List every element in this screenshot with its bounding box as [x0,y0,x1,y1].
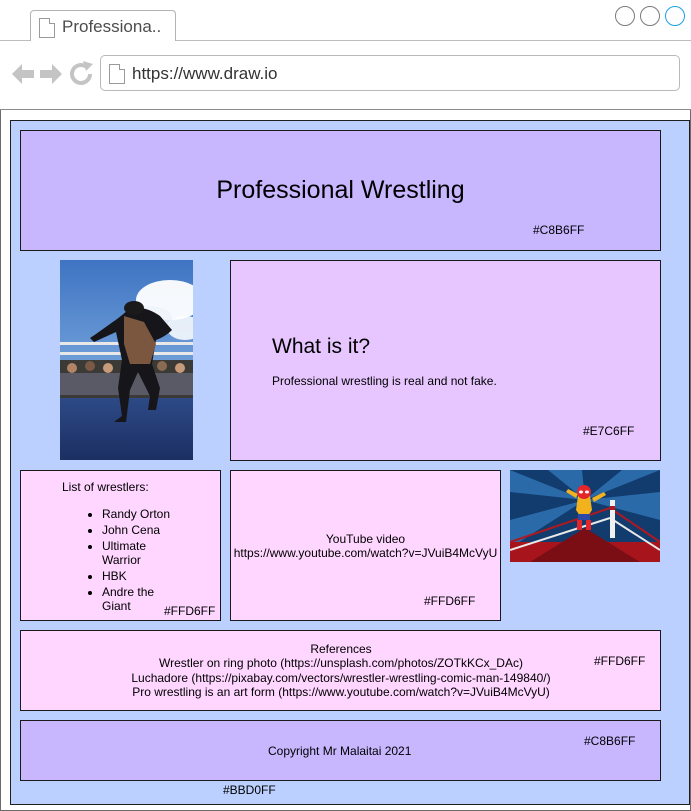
address-bar[interactable]: https://www.draw.io [100,55,680,91]
canvas-color-label: #BBD0FF [223,783,276,797]
intro-panel[interactable]: What is it? Professional wrestling is re… [230,260,661,461]
references-color-label: #FFD6FF [594,654,646,668]
luchador-illustration[interactable] [510,470,660,562]
wrestler-list: Randy Orton John Cena Ultimate Warrior H… [84,507,184,613]
reference-line[interactable]: Luchadore (https://pixabay.com/vectors/w… [21,671,661,685]
footer-panel[interactable]: Copyright Mr Malaitai 2021 #C8B6FF [20,720,661,781]
navigation-controls [12,61,93,85]
forward-arrow-icon[interactable] [40,64,62,84]
reference-line[interactable]: Wrestler on ring photo (https://unsplash… [21,656,661,670]
wrestlers-color-label: #FFD6FF [164,604,216,618]
back-arrow-icon[interactable] [12,64,34,84]
document-icon [39,18,55,38]
page-title: Professional Wrestling [216,176,465,204]
references-heading: References [310,642,372,656]
maximize-icon[interactable] [640,6,660,26]
video-link[interactable]: https://www.youtube.com/watch?v=JVuiB4Mc… [231,546,500,560]
references-panel[interactable]: References Wrestler on ring photo (https… [20,630,661,711]
list-item: Randy Orton [102,507,184,521]
url-text: https://www.draw.io [132,64,278,83]
page-icon [109,64,125,84]
list-item: Ultimate Warrior [102,539,160,567]
wrestlers-heading: List of wrestlers: [62,480,149,494]
video-panel[interactable]: YouTube video https://www.youtube.com/wa… [230,470,501,621]
list-item: John Cena [102,523,184,537]
close-icon[interactable] [665,6,685,26]
intro-color-label: #E7C6FF [583,424,635,438]
list-item: Andre the Giant [102,585,162,613]
list-item: HBK [102,569,184,583]
browser-tab[interactable]: Professiona.. [30,10,176,41]
wrestler-photo[interactable] [60,260,193,460]
tab-title: Professiona.. [62,17,162,36]
header-panel[interactable]: Professional Wrestling #C8B6FF [20,130,661,251]
footer-color-label: #C8B6FF [584,734,636,748]
header-color-label: #C8B6FF [533,223,585,237]
wrestlers-panel[interactable]: List of wrestlers: Randy Orton John Cena… [20,470,221,621]
intro-heading: What is it? [272,335,371,358]
reload-icon[interactable] [70,61,93,85]
minimize-icon[interactable] [615,6,635,26]
video-color-label: #FFD6FF [424,594,476,608]
video-label: YouTube video [325,532,406,546]
reference-line[interactable]: Pro wrestling is an art form (https://ww… [21,685,661,699]
copyright-text: Copyright Mr Malaitai 2021 [268,744,412,758]
intro-text: Professional wrestling is real and not f… [272,374,497,388]
